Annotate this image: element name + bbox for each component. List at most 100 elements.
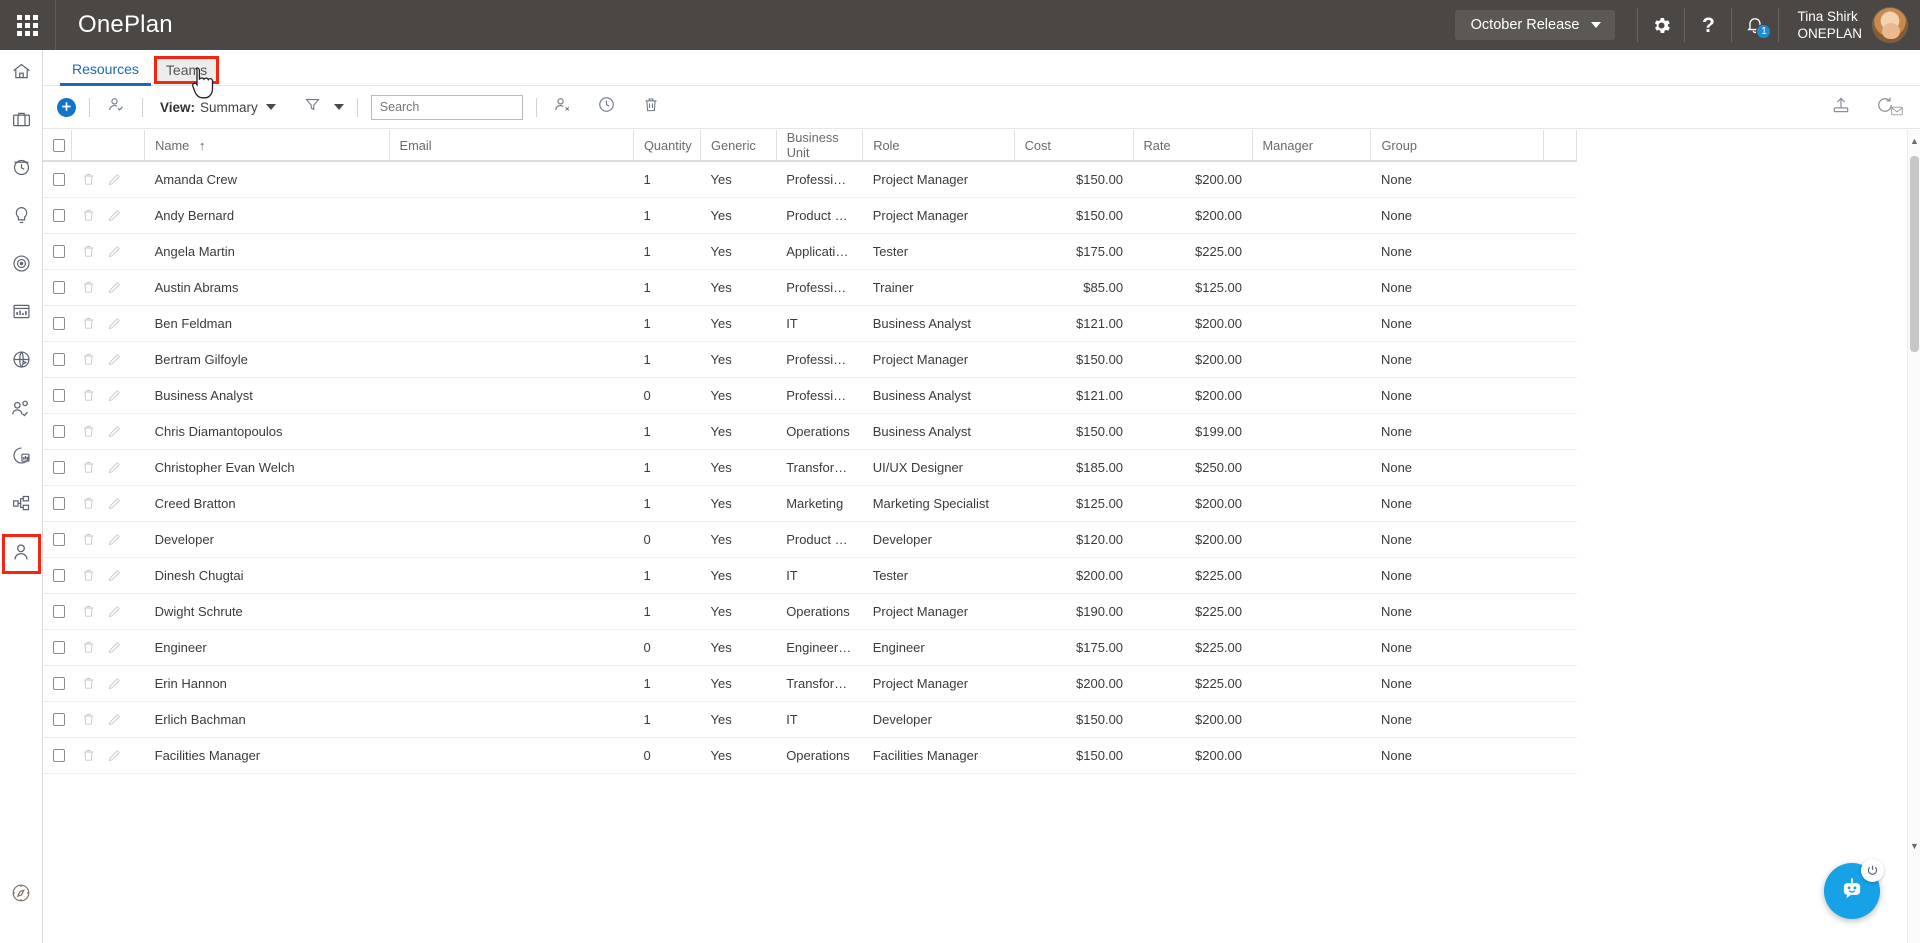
scroll-down-icon[interactable]: ▼ [1908, 839, 1920, 853]
table-row[interactable]: Amanda Crew 1YesProfessional ServicesProj… [43, 161, 1577, 198]
row-delete-icon[interactable] [81, 460, 96, 475]
column-header-generic[interactable]: Generic [700, 130, 777, 162]
search-input[interactable] [370, 94, 523, 120]
row-delete-icon[interactable] [81, 676, 96, 691]
table-row[interactable]: Erlich Bachman 1 Yes IT Developer $150.00 $200… [43, 701, 1577, 738]
row-delete-icon[interactable] [81, 208, 96, 223]
table-row[interactable]: Dinesh Chugtai 1 Yes IT Tester $200.00 $225.00… [43, 557, 1577, 594]
scrollbar-thumb[interactable] [1910, 156, 1919, 352]
column-header-role[interactable]: Role [862, 130, 1015, 162]
row-edit-icon[interactable] [107, 712, 122, 727]
row-delete-icon[interactable] [81, 568, 96, 583]
table-row[interactable]: Erin Hannon 1YesTransformationProject Man… [43, 665, 1577, 702]
row-delete-icon[interactable] [81, 172, 96, 187]
row-delete-icon[interactable] [81, 424, 96, 439]
column-header-cost[interactable]: Cost [1014, 130, 1134, 162]
notifications-button[interactable]: 1 [1732, 0, 1778, 50]
row-edit-icon[interactable] [107, 460, 122, 475]
column-header-group[interactable]: Group [1370, 130, 1545, 162]
column-header-business-unit[interactable]: Business Unit [776, 130, 864, 162]
table-row[interactable]: Developer0YesProduct Developm...Develope… [43, 521, 1577, 558]
table-row[interactable]: Chris Diamantopoulos 1 Yes Operations Busine… [43, 413, 1577, 450]
sidebar-item-explore[interactable] [0, 871, 43, 919]
row-checkbox[interactable] [53, 640, 65, 654]
scroll-up-icon[interactable]: ▲ [1908, 134, 1920, 148]
table-row[interactable]: Creed Bratton 1 Yes Marketing Marketing Spec… [43, 485, 1577, 522]
delete-button[interactable] [638, 96, 664, 119]
chat-bot-button[interactable] [1824, 859, 1884, 919]
row-checkbox[interactable] [53, 460, 65, 474]
row-checkbox[interactable] [53, 712, 65, 726]
sidebar-item-ideas[interactable] [0, 194, 43, 242]
mail-icon[interactable] [1890, 104, 1904, 123]
row-checkbox[interactable] [53, 208, 65, 222]
column-header-quantity[interactable]: Quantity [633, 130, 702, 162]
row-delete-icon[interactable] [81, 604, 96, 619]
row-delete-icon[interactable] [81, 532, 96, 547]
filter-button[interactable] [300, 96, 326, 118]
row-delete-icon[interactable] [81, 388, 96, 403]
release-selector[interactable]: October Release [1454, 10, 1616, 40]
table-row[interactable]: Ben Feldman 1 Yes IT Business Analyst $121.00… [43, 305, 1577, 342]
avatar[interactable] [1872, 7, 1908, 43]
sidebar-item-goals[interactable] [0, 242, 43, 290]
power-icon[interactable] [1861, 859, 1884, 882]
table-row[interactable]: Andy Bernard 1YesProduct Developm...Proje… [43, 197, 1577, 234]
sidebar-item-analytics[interactable] [0, 434, 43, 482]
row-edit-icon[interactable] [107, 532, 122, 547]
row-edit-icon[interactable] [107, 208, 122, 223]
row-checkbox[interactable] [53, 352, 65, 366]
row-edit-icon[interactable] [107, 676, 122, 691]
row-checkbox[interactable] [53, 604, 65, 618]
table-row[interactable]: Austin Abrams 1YesProfessional ServicesTr… [43, 269, 1577, 306]
row-checkbox[interactable] [53, 676, 65, 690]
column-header-rate[interactable]: Rate [1133, 130, 1253, 162]
select-all-checkbox[interactable] [53, 138, 65, 152]
row-delete-icon[interactable] [81, 748, 96, 763]
sidebar-item-portfolio[interactable] [0, 98, 43, 146]
remove-resource-button[interactable] [550, 95, 576, 119]
history-button[interactable] [594, 95, 620, 119]
column-header-manager[interactable]: Manager [1252, 130, 1372, 162]
row-delete-icon[interactable] [81, 280, 96, 295]
table-row[interactable]: Dwight Schrute 1 Yes Operations Project Mana… [43, 593, 1577, 630]
settings-button[interactable] [1638, 0, 1684, 50]
row-checkbox[interactable] [53, 424, 65, 438]
row-delete-icon[interactable] [81, 244, 96, 259]
table-row[interactable]: Christopher Evan Welch 1YesTransformation… [43, 449, 1577, 486]
row-edit-icon[interactable] [107, 352, 122, 367]
row-delete-icon[interactable] [81, 316, 96, 331]
add-resource-button[interactable] [57, 97, 76, 117]
row-edit-icon[interactable] [107, 496, 122, 511]
row-checkbox[interactable] [53, 532, 65, 546]
sidebar-item-integrations[interactable] [0, 338, 43, 386]
row-checkbox[interactable] [53, 748, 65, 762]
tab-resources[interactable]: Resources [60, 62, 151, 86]
row-checkbox[interactable] [53, 388, 65, 402]
row-edit-icon[interactable] [107, 172, 122, 187]
assign-resource-button[interactable] [103, 95, 129, 119]
row-checkbox[interactable] [53, 568, 65, 582]
row-checkbox[interactable] [53, 316, 65, 330]
user-menu[interactable]: Tina Shirk ONEPLAN [1779, 7, 1920, 43]
row-edit-icon[interactable] [107, 424, 122, 439]
sidebar-item-home[interactable] [0, 50, 43, 98]
row-edit-icon[interactable] [107, 316, 122, 331]
row-delete-icon[interactable] [81, 496, 96, 511]
table-row[interactable]: Business Analyst 0YesProfessional Service… [43, 377, 1577, 414]
row-edit-icon[interactable] [107, 388, 122, 403]
sidebar-item-workflows[interactable] [0, 482, 43, 530]
table-row[interactable]: Engineer 0 Yes Engineering Engineer $175.00 $2… [43, 629, 1577, 666]
app-launcher-icon[interactable] [0, 14, 55, 36]
sidebar-item-timesheets[interactable] [0, 146, 43, 194]
row-delete-icon[interactable] [81, 712, 96, 727]
row-edit-icon[interactable] [107, 280, 122, 295]
column-header-email[interactable]: Email [389, 130, 634, 162]
filter-chevron-down-icon[interactable] [333, 104, 344, 110]
help-button[interactable]: ? [1685, 0, 1731, 50]
column-header-name[interactable]: Name ↑ [144, 130, 390, 162]
row-checkbox[interactable] [53, 280, 65, 294]
row-checkbox[interactable] [53, 172, 65, 186]
sidebar-item-reports[interactable] [0, 290, 43, 338]
table-row[interactable]: Facilities Manager 0 Yes Operations Faciliti… [43, 737, 1577, 774]
